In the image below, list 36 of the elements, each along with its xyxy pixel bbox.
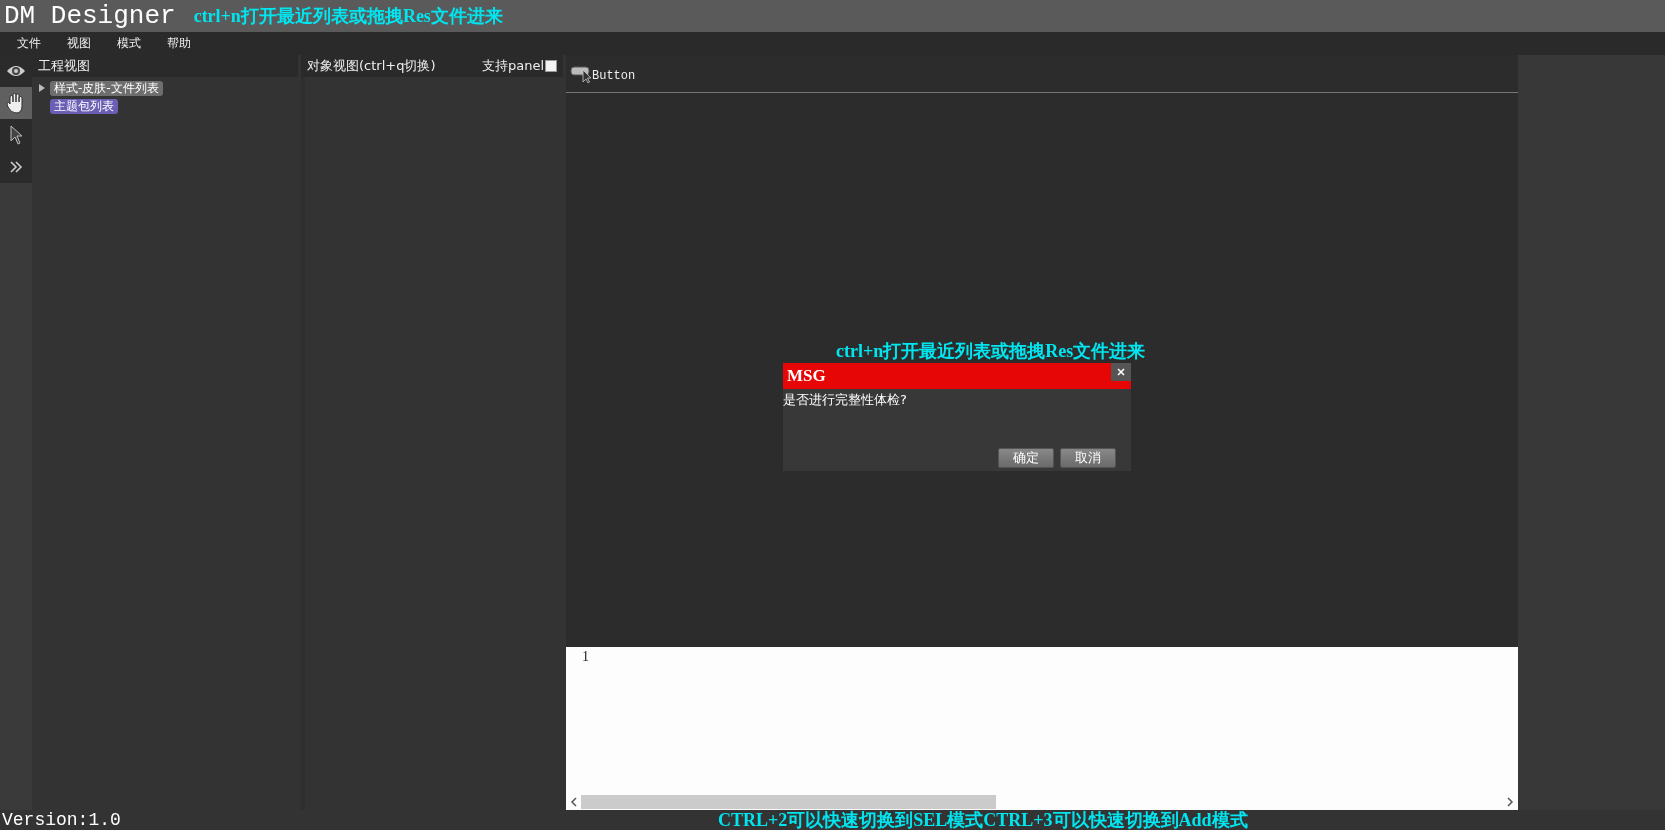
scrollbar-thumb[interactable] [581,795,996,809]
tree-item[interactable]: 主题包列表 [50,98,118,114]
menu-item[interactable]: 帮助 [154,35,204,52]
hint-text: ctrl+n打开最近列表或拖拽Res文件进来 [193,5,503,28]
dialog-button[interactable]: 确定 [998,448,1054,468]
version-text: Version:1.0 [1,810,122,830]
dialog-button[interactable]: 取消 [1060,448,1116,468]
palette-item[interactable]: Button [570,64,636,83]
scroll-left-icon [570,797,578,807]
code-editor[interactable]: 1 [566,647,1518,810]
menu-item[interactable]: 文件 [4,35,54,52]
close-icon [1117,368,1125,376]
dialog-message: 是否进行完整性体检? [783,391,908,409]
hand-icon [6,92,26,114]
menu-item[interactable]: 模式 [104,35,154,52]
hint-text: CTRL+2可以快速切换到SEL模式CTRL+3可以快速切换到Add模式 [718,810,1248,830]
checkbox-label: 支持panel [481,57,544,75]
panel-title: 工程视图 [38,57,90,75]
tree-item[interactable]: 样式-皮肤-文件列表 [50,80,163,96]
eye-icon [6,64,26,78]
pointer-icon [9,125,23,145]
panel-title: 对象视图(ctrl+q切换) [307,57,436,75]
button-widget-icon [570,64,592,83]
checkbox[interactable] [545,60,557,72]
dialog-title: MSG [787,366,826,386]
window-title: DM Designer [4,1,176,31]
close-button[interactable] [1111,363,1131,381]
tool-button[interactable] [0,87,32,119]
expand-arrow-icon [38,83,46,93]
menu-item[interactable]: 视图 [54,35,104,52]
hint-text: ctrl+n打开最近列表或拖拽Res文件进来 [836,340,1146,363]
scroll-right-icon [1506,797,1514,807]
tool-button[interactable] [0,151,32,183]
tool-button[interactable] [0,119,32,151]
chevron-icon [9,160,23,174]
line-number: 1 [582,649,590,665]
